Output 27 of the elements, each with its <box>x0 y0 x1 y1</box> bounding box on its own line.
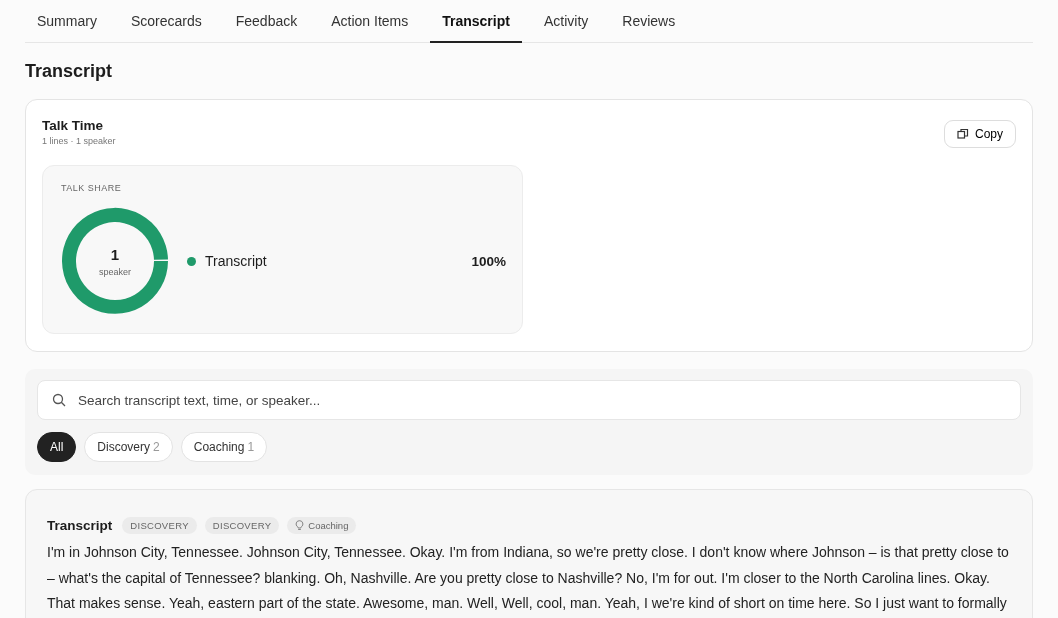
tag: DISCOVERY <box>122 517 197 534</box>
legend-label: Transcript <box>205 253 268 269</box>
copy-button[interactable]: Copy <box>944 120 1016 148</box>
tag: DISCOVERY <box>204 517 280 534</box>
search-icon <box>52 393 66 407</box>
card-title: Talk Time <box>42 118 105 133</box>
speaker-count: 1 <box>110 245 120 263</box>
card-subtitle: 1 lines · 1 speaker <box>42 136 116 146</box>
legend-percent: 100% <box>471 253 506 269</box>
tab[interactable]: Feedback <box>223 0 310 43</box>
tab[interactable]: Scorecards <box>118 0 214 43</box>
section-heading: TALK SHARE <box>61 183 123 193</box>
filter-chip[interactable]: All <box>37 432 77 462</box>
transcript-text: I'm in Johnson City, Tennessee. Johnson City, Tennessee. Okay. I'm from Indiana, so we're pretty close. I don't know where Johnson – is that pretty close to – what's the capital of Tennessee? blanking. Oh, Nashville. Are you pretty close to Nashville? No, I'm for out. I'm closer to the North Carolina lines. Okay. That makes sense. Yeah, eastern part of the state. Awesome, man. Well, Well, cool, man. Yeah, I we're kind of short on time here. So I just want to formally <box>47 543 1010 613</box>
tab[interactable]: Transcript <box>430 0 522 43</box>
tab[interactable]: Action Items <box>319 0 421 43</box>
copy-icon <box>957 128 969 140</box>
coaching-tag: Coaching <box>287 517 357 534</box>
tab[interactable]: Activity <box>531 0 601 43</box>
lightbulb-icon <box>295 520 305 531</box>
tab[interactable]: Reviews <box>610 0 688 43</box>
tab[interactable]: Summary <box>25 0 109 43</box>
speaker-label: speaker <box>99 266 131 277</box>
filter-chip[interactable]: Discovery 2 <box>84 432 173 462</box>
speaker-name: Transcript <box>47 518 113 533</box>
filter-chip[interactable]: Coaching 1 <box>180 432 268 462</box>
page-title: Transcript <box>25 61 114 82</box>
